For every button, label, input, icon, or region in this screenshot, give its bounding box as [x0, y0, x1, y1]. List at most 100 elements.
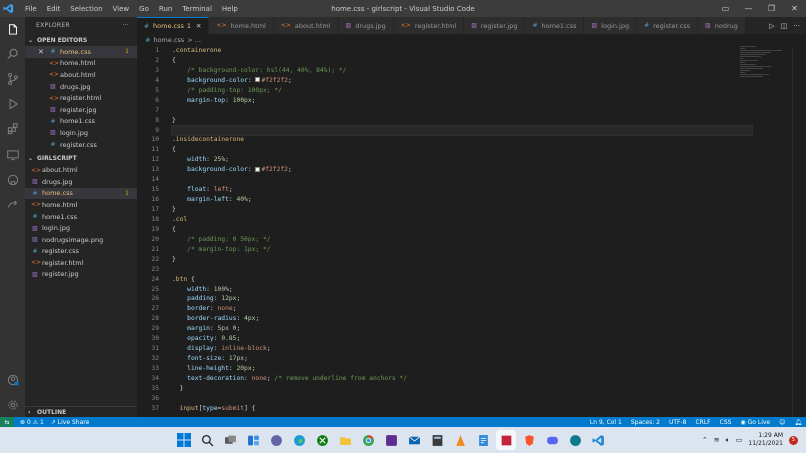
code-line[interactable]: float: left; [172, 185, 752, 195]
problems-indicator[interactable]: ⊗ 0 ⚠ 1 [20, 419, 44, 426]
wifi-icon[interactable]: ≋ [714, 436, 720, 444]
editor-tab[interactable]: <> register.html [393, 17, 465, 34]
task-view-icon[interactable] [220, 430, 240, 450]
file-item[interactable]: ▨ login.jpg [25, 127, 137, 139]
more-actions-icon[interactable]: ··· [122, 22, 129, 29]
menu-item-file[interactable]: File [20, 5, 42, 13]
go-live-button[interactable]: ◉ Go Live [740, 419, 770, 426]
breadcrumb-rest[interactable]: > ... [187, 36, 201, 44]
file-item[interactable]: ▨ register.jpg [25, 269, 137, 281]
code-line[interactable]: padding: 12px; [172, 294, 752, 304]
clock[interactable]: 1:29 AM 11/21/2021 [748, 432, 783, 448]
folder-section[interactable]: ⌄ GIRLSCRIPT [25, 152, 137, 164]
file-item[interactable]: ▨ drugs.jpg [25, 81, 137, 93]
file-explorer-icon[interactable] [335, 430, 355, 450]
layout-icon[interactable]: ▭ [714, 0, 737, 17]
color-swatch[interactable] [255, 77, 261, 83]
language-mode[interactable]: CSS [720, 419, 732, 426]
start-menu-icon[interactable] [174, 430, 194, 450]
snipping-tool-icon[interactable] [496, 430, 516, 450]
search-icon[interactable] [197, 430, 217, 450]
code-line[interactable]: background-color: #f2f2f2; [172, 76, 752, 86]
code-line[interactable]: font-size: 17px; [172, 354, 752, 364]
editor-tab[interactable]: # home1.css [525, 17, 585, 34]
code-line[interactable]: .btn { [172, 275, 752, 285]
indentation[interactable]: Spaces: 2 [631, 419, 660, 426]
widgets-icon[interactable] [243, 430, 263, 450]
file-item[interactable]: # home1.css [25, 116, 137, 128]
code-line[interactable] [172, 106, 752, 116]
battery-icon[interactable]: ▭ [736, 436, 743, 444]
code-line[interactable]: { [172, 145, 752, 155]
menu-item-terminal[interactable]: Terminal [177, 5, 217, 13]
more-actions-icon[interactable]: ··· [793, 22, 800, 30]
file-item[interactable]: <> home.html [25, 58, 137, 70]
xbox-icon[interactable] [312, 430, 332, 450]
menu-item-go[interactable]: Go [134, 5, 154, 13]
file-item[interactable]: ▨ drugs.jpg [25, 176, 137, 188]
mail-icon[interactable] [404, 430, 424, 450]
code-line[interactable]: background-color: #f2f2f2; [172, 165, 752, 175]
split-editor-icon[interactable]: ◫ [781, 22, 788, 30]
github-icon[interactable] [4, 171, 21, 188]
outline-section[interactable]: › OUTLINE [25, 406, 137, 417]
code-line[interactable]: display: inline-block; [172, 344, 752, 354]
code-line[interactable]: /* padding: 0 50px; */ [172, 235, 752, 245]
close-button[interactable]: ✕ [783, 0, 806, 17]
code-line[interactable]: margin-left: 40%; [172, 195, 752, 205]
vertical-scrollbar[interactable] [792, 46, 806, 417]
notepad-icon[interactable] [473, 430, 493, 450]
code-line[interactable] [172, 394, 752, 404]
menu-item-selection[interactable]: Selection [65, 5, 107, 13]
chrome-icon[interactable] [358, 430, 378, 450]
calculator-icon[interactable] [427, 430, 447, 450]
code-line[interactable]: /* background-color: hsl(44, 40%, 84%); … [172, 66, 752, 76]
visual-studio-icon[interactable] [381, 430, 401, 450]
accounts-icon[interactable] [4, 371, 21, 388]
code-line[interactable]: text-decoration: none; /* remove underli… [172, 374, 752, 384]
vscode-taskbar-icon[interactable] [588, 430, 608, 450]
run-icon[interactable]: ▷ [769, 22, 774, 30]
code-line[interactable] [172, 175, 752, 185]
discord-icon[interactable] [542, 430, 562, 450]
code-line[interactable]: { [172, 56, 752, 66]
remote-indicator-icon[interactable]: ⇆ [0, 417, 14, 427]
edge-dev-icon[interactable] [565, 430, 585, 450]
chevron-up-icon[interactable]: ⌃ [702, 436, 708, 444]
code-editor[interactable]: 1 2 3 4 5 6 7 8 9 10 11 12 13 14 15 16 17 18 19 20 21 22 23 24 2… [137, 46, 806, 417]
code-line[interactable] [172, 265, 752, 275]
run-debug-icon[interactable] [4, 95, 21, 112]
code-line[interactable]: } [172, 255, 752, 265]
code-line[interactable]: margin: 5px 0; [172, 324, 752, 334]
remote-explorer-icon[interactable] [4, 146, 21, 163]
cursor-position[interactable]: Ln 9, Col 1 [590, 419, 622, 426]
file-item[interactable]: ▨ register.jpg [25, 104, 137, 116]
code-line[interactable]: margin-top: 100px; [172, 96, 752, 106]
file-item[interactable]: ▨ nodrugsimage.png [25, 234, 137, 246]
file-item[interactable]: # home1.css [25, 211, 137, 223]
editor-tab[interactable]: ▨ drugs.jpg [338, 17, 394, 34]
file-item[interactable]: <> about.html [25, 164, 137, 176]
file-item[interactable]: # register.css [25, 139, 137, 151]
breadcrumb-file[interactable]: home.css [153, 36, 184, 44]
code-line[interactable]: width: 25%; [172, 155, 752, 165]
code-line[interactable]: /* margin-top: 1px; */ [172, 245, 752, 255]
file-item[interactable]: # register.css [25, 246, 137, 258]
edge-browser-icon[interactable] [289, 430, 309, 450]
settings-gear-icon[interactable] [4, 396, 21, 413]
code-line[interactable]: border-radius: 4px; [172, 314, 752, 324]
file-item[interactable]: # home.css 1 [25, 187, 137, 200]
minimap[interactable] [740, 46, 792, 86]
editor-tab[interactable]: <> home.html [209, 17, 274, 34]
editor-tab[interactable]: # register.css [637, 17, 699, 34]
code-line[interactable]: border: none; [172, 304, 752, 314]
code-line[interactable]: line-height: 20px; [172, 364, 752, 374]
code-line[interactable]: opacity: 0.85; [172, 334, 752, 344]
code-line[interactable] [171, 124, 753, 137]
close-editor-icon[interactable]: ✕ [38, 48, 44, 56]
encoding[interactable]: UTF-8 [669, 419, 687, 426]
code-line[interactable]: /* padding-top: 100px; */ [172, 86, 752, 96]
teams-chat-icon[interactable] [266, 430, 286, 450]
notification-badge-icon[interactable]: 5 [789, 435, 798, 445]
menu-item-help[interactable]: Help [217, 5, 243, 13]
